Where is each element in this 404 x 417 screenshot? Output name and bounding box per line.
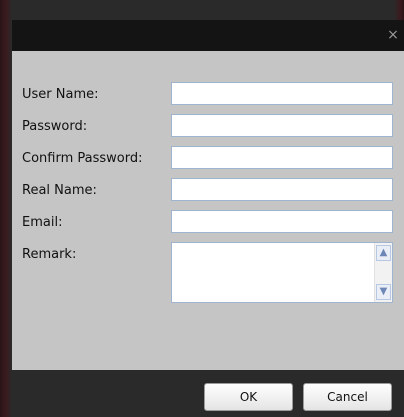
- real-name-input[interactable]: [171, 178, 393, 201]
- password-input[interactable]: [171, 114, 393, 137]
- remark-scrollbar[interactable]: ▲ ▼: [374, 243, 392, 302]
- user-name-input[interactable]: [171, 82, 393, 105]
- dialog-footer: OK Cancel: [12, 370, 404, 417]
- user-name-label: User Name:: [22, 87, 99, 102]
- dialog-title-bar: ×: [12, 20, 404, 51]
- real-name-label: Real Name:: [22, 183, 97, 198]
- password-label: Password:: [22, 119, 88, 134]
- remark-textarea[interactable]: ▲ ▼: [171, 242, 393, 303]
- ok-button[interactable]: OK: [204, 383, 293, 411]
- user-dialog-stage: × User Name: Password: Confirm Password:…: [0, 0, 404, 417]
- dialog-body: User Name: Password: Confirm Password: R…: [12, 51, 404, 370]
- email-input[interactable]: [171, 210, 393, 233]
- scroll-down-icon[interactable]: ▼: [376, 284, 391, 300]
- confirm-password-input[interactable]: [171, 146, 393, 169]
- scroll-up-icon[interactable]: ▲: [376, 245, 391, 261]
- cancel-button[interactable]: Cancel: [303, 383, 392, 411]
- close-icon[interactable]: ×: [386, 28, 400, 42]
- email-label: Email:: [22, 215, 63, 230]
- confirm-password-label: Confirm Password:: [22, 151, 143, 166]
- remark-label: Remark:: [22, 247, 77, 262]
